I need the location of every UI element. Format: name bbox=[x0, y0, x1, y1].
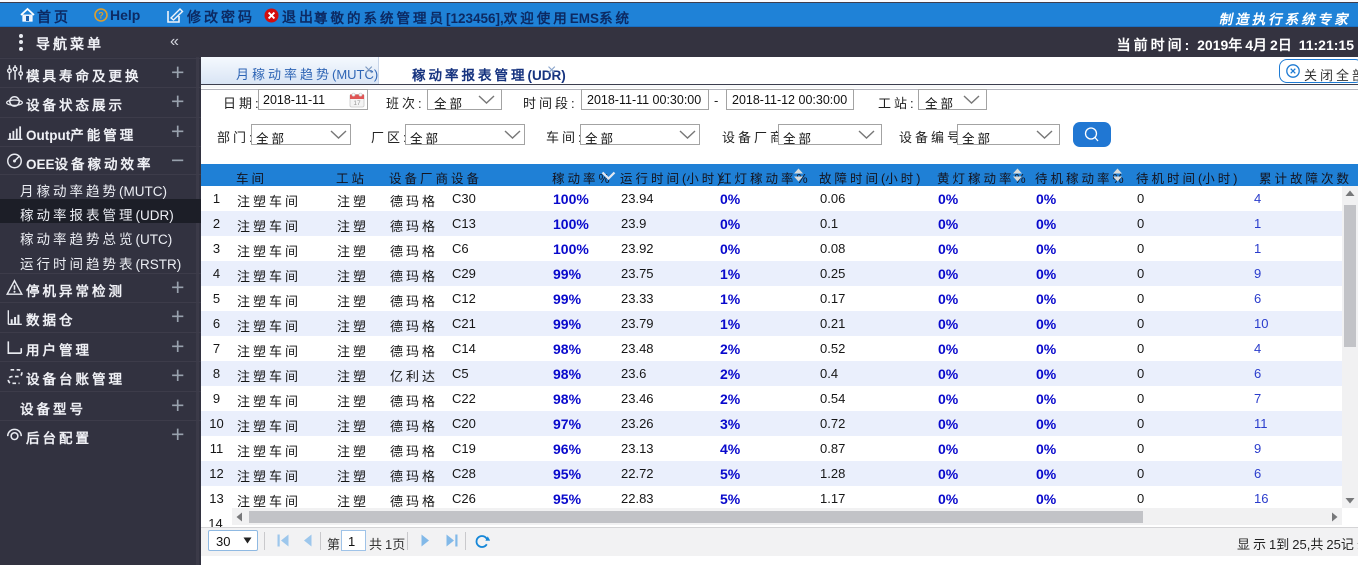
svg-text:?: ? bbox=[98, 11, 104, 21]
svg-text:17: 17 bbox=[353, 100, 361, 107]
